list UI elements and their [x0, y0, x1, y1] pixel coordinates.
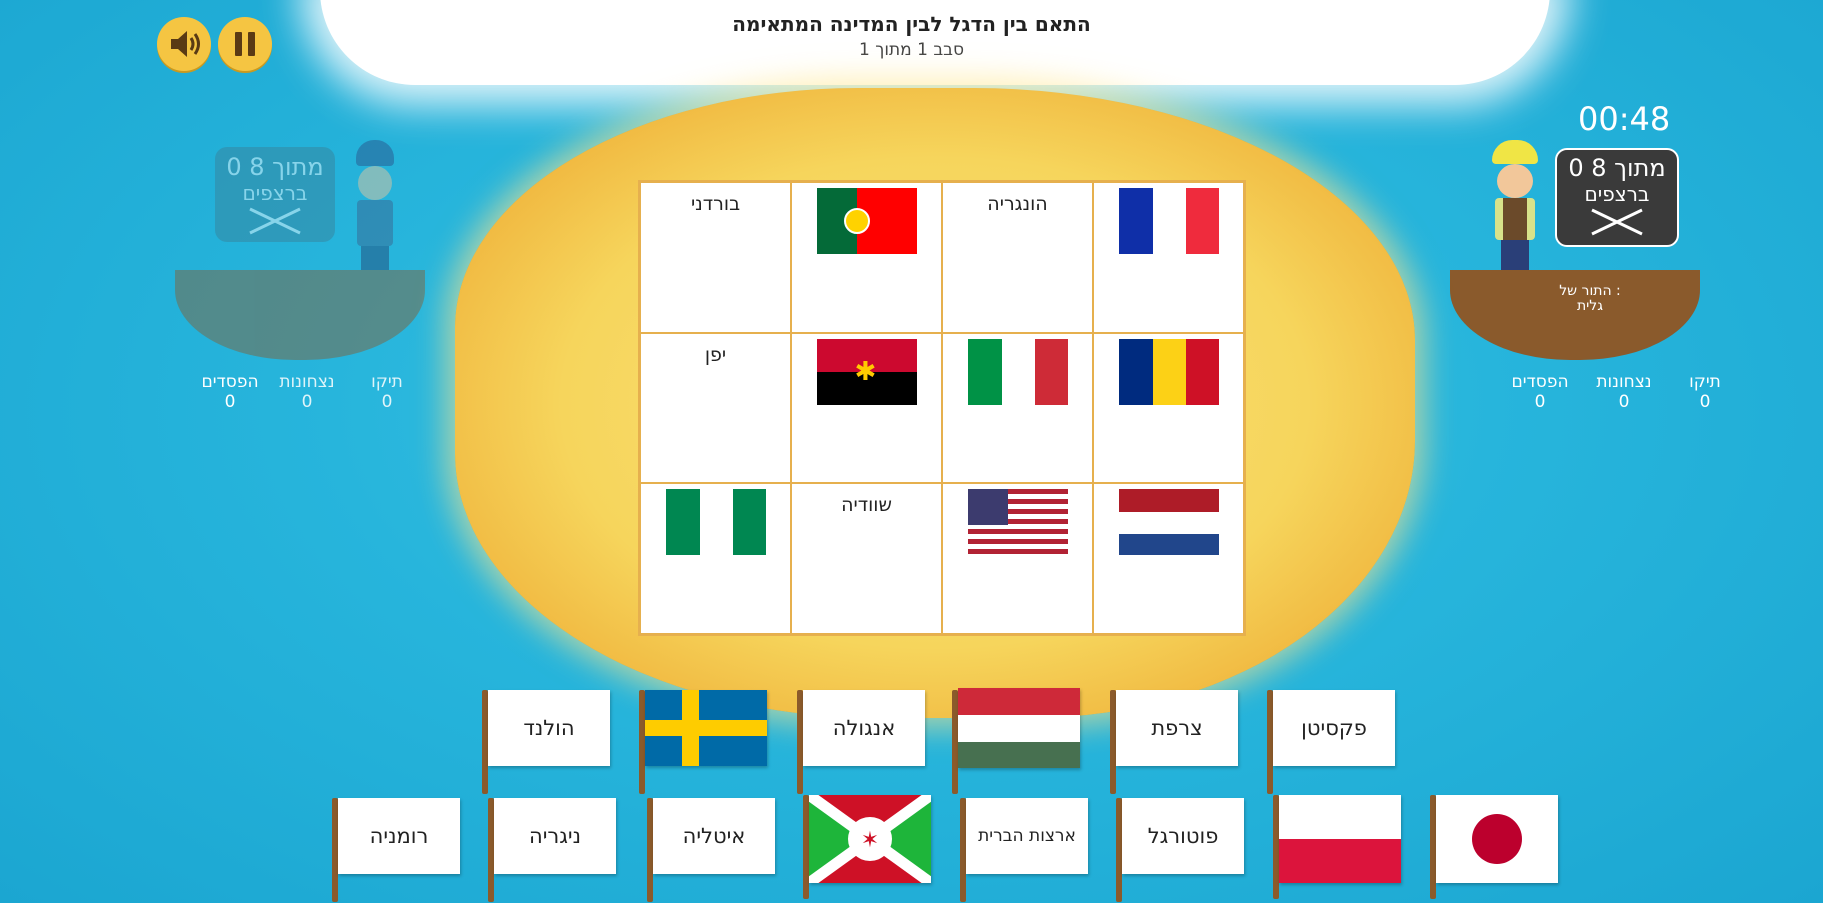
japan-flag — [1436, 795, 1558, 883]
country-label: הונגריה — [987, 193, 1048, 215]
sound-button[interactable] — [157, 17, 211, 71]
card-label: רומניה — [338, 798, 460, 874]
crossed-swords-icon — [1591, 208, 1643, 236]
angola-flag: ✱ — [816, 338, 917, 405]
player-pirate — [1480, 140, 1550, 285]
opponent-pirate — [350, 140, 400, 290]
player-area: 0 מתוך 8 ברצפים התור של : גלית — [1450, 140, 1720, 380]
board-cell[interactable]: בורדני — [640, 182, 791, 333]
pause-icon — [235, 32, 255, 56]
game-title: התאם בין הדגל לבין המדינה המתאימה — [732, 12, 1091, 36]
nigeria-flag — [665, 489, 766, 556]
player-wins: נצחונות 0 — [1596, 372, 1652, 412]
opponent-score: 0 מתוך 8 — [226, 153, 324, 181]
speaker-icon — [171, 31, 200, 57]
opponent-ship — [175, 270, 425, 360]
player-score-sail: 0 מתוך 8 ברצפים — [1555, 148, 1679, 247]
card-label: הולנד — [488, 690, 610, 766]
card-label: פוטורגל — [1122, 798, 1244, 874]
match-board: הונגריה בורדני ✱ יפן שוודיה — [638, 180, 1246, 636]
board-cell[interactable] — [1093, 483, 1244, 634]
player-score-label: ברצפים — [1584, 182, 1650, 206]
romania-flag — [1118, 338, 1219, 405]
card-nigeria[interactable]: ניגריה — [488, 798, 616, 902]
sweden-flag — [645, 690, 767, 766]
board-cell[interactable] — [1093, 182, 1244, 333]
opponent-ties: תיקו 0 — [371, 372, 403, 412]
card-usa[interactable]: ארצות הברית — [960, 798, 1088, 902]
burundi-flag: ✶ — [809, 795, 931, 883]
country-label: יפן — [704, 343, 727, 366]
card-poland-flag[interactable] — [1273, 795, 1401, 899]
country-label: בורדני — [690, 193, 741, 215]
usa-flag — [967, 489, 1068, 556]
card-label: צרפת — [1116, 690, 1238, 766]
turn-label: התור של : — [1559, 283, 1621, 299]
poland-flag — [1279, 795, 1401, 883]
player-ties: תיקו 0 — [1689, 372, 1721, 412]
country-label: שוודיה — [841, 494, 892, 517]
board-cell[interactable]: שוודיה — [791, 483, 942, 634]
card-label: אנגולה — [803, 690, 925, 766]
card-burundi-flag[interactable]: ✶ — [803, 795, 931, 899]
card-label: פקסיטן — [1273, 690, 1395, 766]
hungary-flag — [958, 688, 1080, 768]
france-flag — [1118, 188, 1219, 254]
italy-flag — [967, 338, 1068, 405]
board-cell[interactable] — [791, 182, 942, 333]
netherlands-flag — [1118, 489, 1219, 556]
player-score: 0 מתוך 8 — [1568, 154, 1666, 182]
card-italy[interactable]: איטליה — [647, 798, 775, 902]
card-sweden-flag[interactable] — [639, 690, 767, 794]
player-losses: הפסדים 0 — [1511, 372, 1569, 412]
card-angola[interactable]: אנגולה — [797, 690, 925, 794]
board-cell[interactable]: ✱ — [791, 332, 942, 484]
opponent-score-sail: 0 מתוך 8 ברצפים — [215, 147, 335, 242]
card-label: ארצות הברית — [966, 798, 1088, 874]
board-cell[interactable] — [942, 483, 1093, 634]
timer: 00:48 — [1578, 100, 1671, 138]
opponent-wins: נצחונות 0 — [279, 372, 335, 412]
turn-player-name: גלית — [1576, 298, 1604, 314]
svg-text:✶: ✶ — [861, 828, 879, 853]
opponent-score-label: ברצפים — [242, 181, 308, 205]
card-japan-flag[interactable] — [1430, 795, 1558, 899]
card-hungary-flag[interactable] — [952, 688, 1080, 794]
card-portugal[interactable]: פוטורגל — [1116, 798, 1244, 902]
portugal-flag — [816, 188, 917, 254]
card-netherlands[interactable]: הולנד — [482, 690, 610, 794]
board-cell[interactable]: יפן — [640, 332, 791, 484]
board-cell[interactable] — [640, 483, 791, 634]
card-romania[interactable]: רומניה — [332, 798, 460, 902]
board-cell[interactable] — [1093, 332, 1244, 484]
crossed-swords-icon — [249, 207, 301, 235]
pause-button[interactable] — [218, 17, 272, 71]
turn-indicator: התור של : גלית — [1525, 284, 1655, 314]
card-france[interactable]: צרפת — [1110, 690, 1238, 794]
card-label: איטליה — [653, 798, 775, 874]
card-pakistan[interactable]: פקסיטן — [1267, 690, 1395, 794]
board-cell[interactable] — [942, 332, 1093, 484]
board-cell[interactable]: הונגריה — [942, 182, 1093, 333]
round-indicator: סבב 1 מתוך 1 — [858, 40, 965, 60]
card-label: ניגריה — [494, 798, 616, 874]
